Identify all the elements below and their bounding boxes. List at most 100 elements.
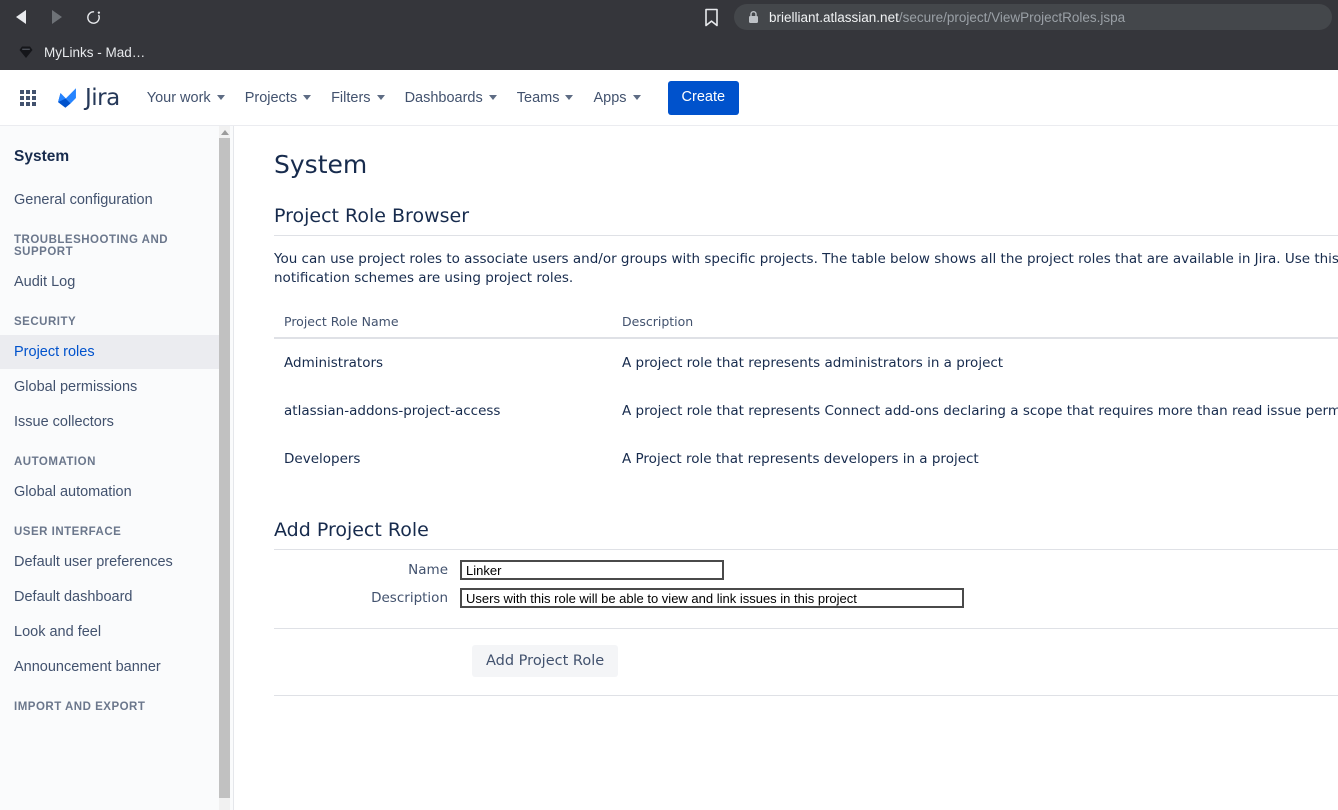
form-row-description: Description (274, 588, 1338, 609)
sidebar-title: System (14, 148, 70, 165)
browser-toolbar: brielliant.atlassian.net/secure/project/… (0, 0, 1338, 34)
scrollbar-thumb[interactable] (219, 138, 230, 798)
description-input[interactable] (460, 588, 964, 609)
nav-item-dashboards[interactable]: Dashboards (396, 82, 506, 114)
scrollbar-up-arrow-icon[interactable] (219, 126, 230, 138)
cell-role-name: Administrators (284, 355, 384, 372)
nav-item-apps[interactable]: Apps (584, 82, 649, 114)
nav-item-label: Your work (146, 89, 211, 106)
form-submit-spacer (274, 645, 472, 677)
sidebar-group-troubleshooting: TROUBLESHOOTING AND SUPPORT Audit Log (0, 218, 233, 299)
table-row[interactable]: Administrators A project role that repre… (274, 338, 1338, 387)
sidebar-group-user-interface: USER INTERFACE Default user preferences … (0, 510, 233, 684)
url-path: /secure/project/ViewProjectRoles.jspa (898, 9, 1126, 25)
sidebar-item-project-roles[interactable]: Project roles (0, 335, 227, 369)
add-project-role-heading: Add Project Role (274, 519, 1338, 551)
forward-arrow-icon (52, 10, 62, 24)
project-roles-table: Project Role Name Description Administra… (274, 310, 1338, 483)
reload-icon (86, 10, 100, 24)
sidebar-group-security: SECURITY Project roles Global permission… (0, 300, 233, 439)
sidebar-item-global-automation[interactable]: Global automation (0, 475, 227, 509)
sidebar-item-look-and-feel[interactable]: Look and feel (0, 615, 227, 649)
sidebar-heading-automation: AUTOMATION (14, 456, 96, 468)
tab-title: MyLinks - Mad… (44, 44, 146, 60)
sidebar-group-import-export: IMPORT AND EXPORT (0, 685, 233, 719)
form-row-name: Name (274, 560, 1338, 581)
forward-button[interactable] (44, 4, 70, 30)
cell-role-description: A project role that represents Connect a… (622, 403, 1338, 420)
reload-button[interactable] (80, 4, 106, 30)
table-body: Administrators A project role that repre… (274, 338, 1338, 483)
gem-favicon-icon (18, 44, 34, 60)
jira-wordmark: Jira (85, 84, 120, 111)
sidebar-group-automation: AUTOMATION Global automation (0, 440, 233, 509)
nav-item-teams[interactable]: Teams (508, 82, 583, 114)
intro-paragraph: You can use project roles to associate u… (274, 251, 1338, 287)
page-title: System (274, 150, 368, 179)
jira-home-link[interactable]: Jira (54, 85, 120, 111)
add-project-role-button[interactable]: Add Project Role (472, 645, 619, 678)
sidebar-item-issue-collectors[interactable]: Issue collectors (0, 405, 227, 439)
browser-chrome: brielliant.atlassian.net/secure/project/… (0, 0, 1338, 70)
project-role-browser-heading: Project Role Browser (274, 205, 1338, 236)
column-header-description: Description (612, 310, 1338, 340)
add-project-role-form: Name Description (274, 550, 1338, 630)
bookmark-icon[interactable] (700, 6, 722, 28)
cell-role-name: Developers (284, 451, 361, 468)
address-bar[interactable]: brielliant.atlassian.net/secure/project/… (734, 4, 1332, 30)
sidebar-heading-user-interface: USER INTERFACE (14, 526, 122, 538)
nav-item-label: Projects (244, 89, 298, 106)
nav-item-projects[interactable]: Projects (236, 82, 320, 114)
sidebar-item-default-dashboard[interactable]: Default dashboard (0, 580, 227, 614)
nav-item-label: Filters (331, 89, 371, 106)
nav-item-your-work[interactable]: Your work (138, 82, 234, 114)
page-body: System General configuration TROUBLESHOO… (0, 126, 1338, 810)
table-row[interactable]: Developers A Project role that represent… (274, 435, 1338, 483)
cell-role-description: A Project role that represents developer… (622, 451, 979, 468)
table-header: Project Role Name Description (274, 310, 1338, 340)
sidebar-item-announcement-banner[interactable]: Announcement banner (0, 650, 227, 684)
chevron-down-icon (303, 95, 312, 100)
name-input[interactable] (460, 560, 724, 581)
sidebar-item-general-configuration[interactable]: General configuration (0, 183, 227, 217)
create-button[interactable]: Create (667, 80, 740, 115)
jira-logo-icon (54, 85, 80, 111)
url-text: brielliant.atlassian.net/secure/project/… (769, 10, 1125, 25)
tab-strip: MyLinks - Mad… (0, 34, 1338, 70)
table-header-row: Project Role Name Description (274, 310, 1338, 340)
chevron-down-icon (488, 95, 497, 100)
sidebar-heading-security: SECURITY (14, 316, 77, 328)
form-submit-row: Add Project Role (274, 629, 1338, 697)
chevron-down-icon (565, 95, 574, 100)
sidebar-item-audit-log[interactable]: Audit Log (0, 265, 227, 299)
app-switcher-icon[interactable] (12, 82, 44, 114)
chevron-down-icon (216, 95, 225, 100)
cell-role-name: atlassian-addons-project-access (284, 403, 501, 420)
nav-item-label: Dashboards (404, 89, 483, 106)
column-header-project-role-name: Project Role Name (274, 310, 612, 340)
back-arrow-icon (16, 10, 26, 24)
sidebar-scroll-region: General configuration TROUBLESHOOTING AN… (0, 182, 233, 810)
url-domain: brielliant.atlassian.net (769, 9, 899, 25)
omnibox-area: brielliant.atlassian.net/secure/project/… (700, 0, 1338, 34)
settings-sidebar: System General configuration TROUBLESHOO… (0, 126, 234, 810)
name-label: Name (408, 562, 448, 579)
chevron-down-icon (632, 95, 641, 100)
nav-item-filters[interactable]: Filters (322, 82, 393, 114)
nav-item-label: Teams (516, 89, 560, 106)
jira-top-navigation: Jira Your work Projects Filters Dashboar… (0, 70, 1338, 126)
sidebar-group-general: General configuration (0, 183, 233, 217)
table-row[interactable]: atlassian-addons-project-access A projec… (274, 387, 1338, 435)
sidebar-item-global-permissions[interactable]: Global permissions (0, 370, 227, 404)
sidebar-item-default-user-preferences[interactable]: Default user preferences (0, 545, 227, 579)
nav-item-label: Apps (593, 89, 627, 106)
main-content: System Project Role Browser You can use … (234, 126, 1338, 810)
cell-role-description: A project role that represents administr… (622, 355, 1004, 372)
browser-nav-buttons (0, 4, 106, 30)
back-button[interactable] (8, 4, 34, 30)
chevron-down-icon (376, 95, 385, 100)
description-label: Description (371, 590, 448, 607)
sidebar-scrollbar[interactable] (219, 126, 230, 810)
browser-tab[interactable]: MyLinks - Mad… (8, 34, 155, 70)
lock-icon (748, 10, 759, 24)
